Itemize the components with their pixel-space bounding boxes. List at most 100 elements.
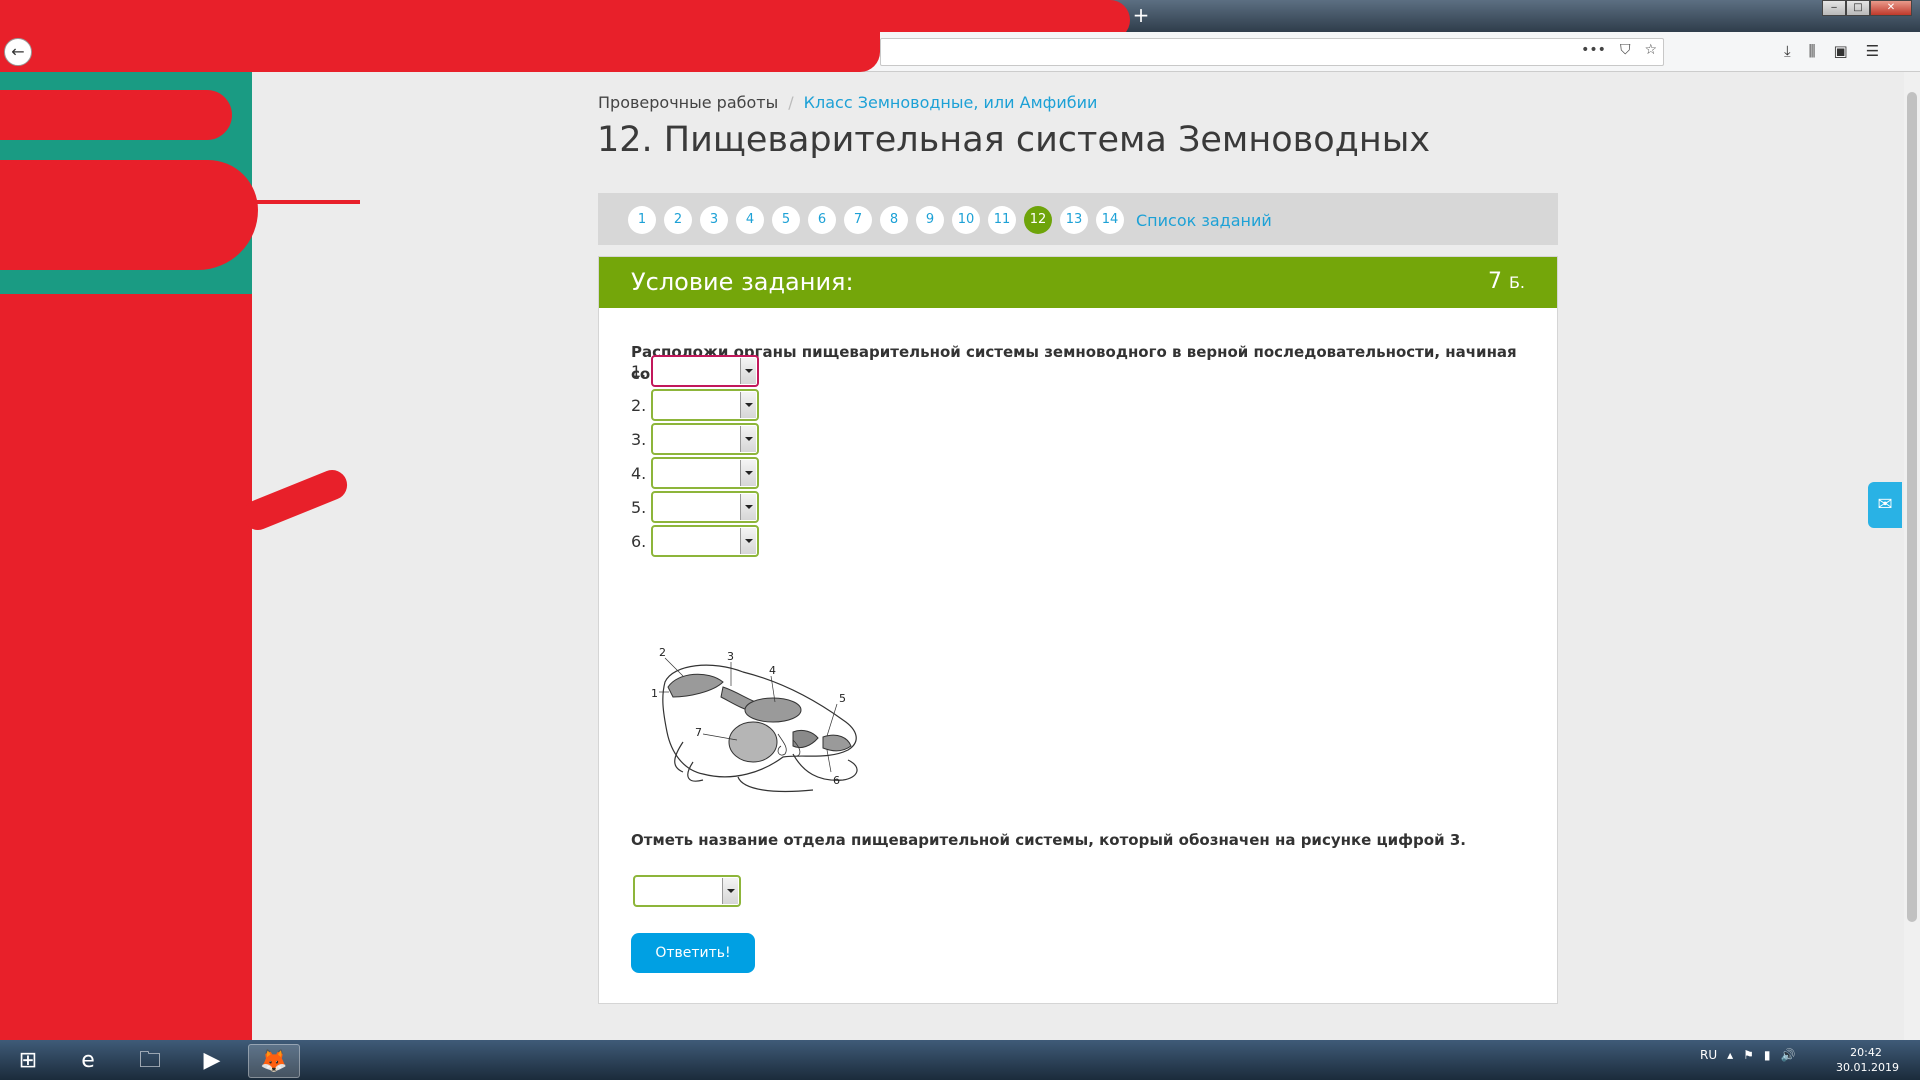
chevron-down-icon[interactable]	[740, 460, 756, 486]
task-list-link[interactable]: Список заданий	[1136, 211, 1272, 230]
pager-item-13[interactable]: 13	[1060, 206, 1088, 234]
order-select-3[interactable]	[651, 423, 759, 455]
order-select-5[interactable]	[651, 491, 759, 523]
redaction-stroke	[250, 200, 360, 204]
redacted-url	[0, 32, 880, 72]
back-button[interactable]: ←	[4, 38, 32, 66]
window-controls: ‒ □ ✕	[1822, 0, 1912, 16]
chevron-down-icon[interactable]	[722, 878, 738, 904]
points-unit: Б.	[1508, 273, 1525, 292]
pager-item-3[interactable]: 3	[700, 206, 728, 234]
order-row: 1.	[631, 355, 759, 387]
order-row: 4.	[631, 457, 759, 489]
figure-label-4: 4	[769, 664, 776, 677]
pager-item-9[interactable]: 9	[916, 206, 944, 234]
bookmark-star-icon[interactable]: ☆	[1644, 42, 1657, 58]
task-header-title: Условие задания:	[631, 268, 854, 296]
question-text: Расположи органы пищеварительной системы…	[631, 343, 1517, 383]
browser-tabbar: + ‒ □ ✕	[0, 0, 1920, 40]
figure-label-3: 3	[727, 650, 734, 663]
pager-item-10[interactable]: 10	[952, 206, 980, 234]
network-icon[interactable]: ▮	[1764, 1048, 1771, 1062]
minimize-button[interactable]: ‒	[1822, 0, 1846, 16]
page-title: 12. Пищеварительная система Земноводных	[597, 120, 1431, 160]
task-pager: 1 2 3 4 5 6 7 8 9 10 11 12 13 14 Список заданий	[598, 193, 1558, 245]
order-select-2[interactable]	[651, 389, 759, 421]
section-select[interactable]	[633, 875, 741, 907]
feedback-mail-icon[interactable]: ✉	[1868, 482, 1902, 528]
order-number: 6.	[631, 531, 647, 551]
downloads-icon[interactable]: ⤓	[1784, 42, 1791, 60]
task-header: Условие задания: 7 Б.	[599, 257, 1557, 308]
internet-explorer-icon[interactable]: e	[62, 1044, 114, 1078]
new-tab-button[interactable]: +	[1130, 4, 1152, 26]
pager-item-14[interactable]: 14	[1096, 206, 1124, 234]
figure-label-6: 6	[833, 774, 840, 787]
system-tray: RU ▴ ⚑ ▮ 🔊	[1700, 1048, 1795, 1062]
figure-label-7: 7	[695, 726, 702, 739]
file-explorer-icon[interactable]: 🗀	[124, 1044, 176, 1078]
order-row: 5.	[631, 491, 759, 523]
chevron-down-icon[interactable]	[740, 494, 756, 520]
chevron-down-icon[interactable]	[740, 426, 756, 452]
volume-icon[interactable]: 🔊	[1781, 1048, 1796, 1062]
redaction-mark	[0, 90, 232, 140]
chevron-down-icon[interactable]	[740, 528, 756, 554]
order-row: 2.	[631, 389, 759, 421]
pager-item-2[interactable]: 2	[664, 206, 692, 234]
redaction-mark	[0, 160, 258, 270]
frog-digestive-diagram: 1 2 3 4 5 6 7	[651, 646, 858, 793]
tray-expand-icon[interactable]: ▴	[1727, 1048, 1733, 1062]
start-button-icon[interactable]: ⊞	[2, 1044, 54, 1078]
figure-label-2: 2	[659, 646, 666, 659]
pager-item-5[interactable]: 5	[772, 206, 800, 234]
task-box: Условие задания: 7 Б. Расположи органы п…	[598, 256, 1558, 1004]
menu-icon[interactable]: ☰	[1866, 42, 1879, 60]
points-value: 7	[1487, 269, 1502, 294]
order-number: 4.	[631, 463, 647, 483]
breadcrumb-root[interactable]: Проверочные работы	[598, 93, 778, 112]
order-row: 6.	[631, 525, 759, 557]
order-select-6[interactable]	[651, 525, 759, 557]
task-points: 7 Б.	[1488, 269, 1525, 294]
figure-label-1: 1	[651, 687, 658, 700]
close-button[interactable]: ✕	[1870, 0, 1912, 16]
order-row: 3.	[631, 423, 759, 455]
order-select-1[interactable]	[651, 355, 759, 387]
breadcrumb-current[interactable]: Класс Земноводные, или Амфибии	[804, 93, 1098, 112]
order-number: 2.	[631, 395, 647, 415]
pager-item-4[interactable]: 4	[736, 206, 764, 234]
sidebar-icon[interactable]: ▣	[1834, 42, 1848, 60]
pager-item-7[interactable]: 7	[844, 206, 872, 234]
pager-item-1[interactable]: 1	[628, 206, 656, 234]
chevron-down-icon[interactable]	[740, 392, 756, 418]
order-number: 5.	[631, 497, 647, 517]
firefox-icon[interactable]: 🦊	[248, 1044, 300, 1078]
breadcrumb-separator: /	[788, 93, 794, 112]
order-number: 3.	[631, 429, 647, 449]
order-number: 1.	[631, 361, 647, 381]
action-center-icon[interactable]: ⚑	[1743, 1048, 1754, 1062]
redaction-stroke	[238, 465, 352, 535]
order-select-4[interactable]	[651, 457, 759, 489]
url-bar[interactable]: ••• ⛉ ☆	[880, 38, 1664, 66]
pocket-icon[interactable]: ⛉	[1620, 42, 1631, 58]
clock[interactable]: 20:42 30.01.2019	[1836, 1045, 1899, 1075]
pager-item-6[interactable]: 6	[808, 206, 836, 234]
maximize-button[interactable]: □	[1846, 0, 1870, 16]
scroll-thumb[interactable]	[1907, 92, 1917, 922]
page-actions-icon[interactable]: •••	[1581, 42, 1606, 58]
browser-navbar: ← ••• ⛉ ☆ ⤓ ⫼ ▣ ☰	[0, 32, 1920, 72]
clock-time: 20:42	[1850, 1046, 1882, 1059]
page-scrollbar[interactable]	[1904, 72, 1920, 1040]
chevron-down-icon[interactable]	[740, 358, 756, 384]
pager-item-12[interactable]: 12	[1024, 206, 1052, 234]
media-player-icon[interactable]: ▶	[186, 1044, 238, 1078]
library-icon[interactable]: ⫼	[1809, 42, 1816, 60]
language-indicator[interactable]: RU	[1700, 1048, 1717, 1062]
clock-date: 30.01.2019	[1836, 1061, 1899, 1074]
pager-item-8[interactable]: 8	[880, 206, 908, 234]
pager-item-11[interactable]: 11	[988, 206, 1016, 234]
answer-button[interactable]: Ответить!	[631, 933, 755, 973]
windows-taskbar: ⊞ e 🗀 ▶ 🦊 RU ▴ ⚑ ▮ 🔊 20:42 30.01.2019	[0, 1040, 1920, 1080]
